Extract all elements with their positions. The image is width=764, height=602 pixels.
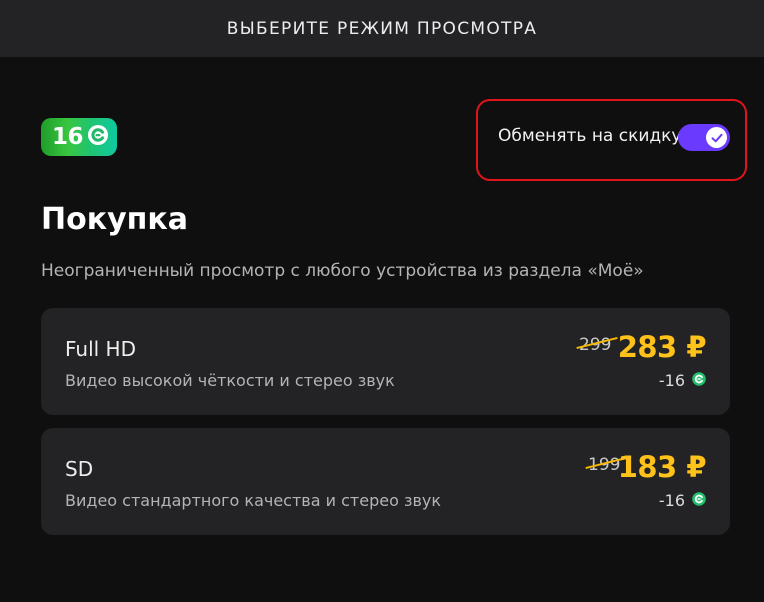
purchase-title: Покупка [41, 202, 188, 237]
option-name: Full HD [65, 337, 136, 361]
bonus-balance-value: 16 [52, 124, 84, 150]
option-old-price: 199 [585, 455, 627, 475]
bonus-coin-icon [692, 491, 706, 510]
toggle-knob [706, 127, 727, 148]
exchange-discount-toggle[interactable] [678, 124, 730, 151]
header-title: ВЫБЕРИТЕ РЕЖИМ ПРОСМОТРА [226, 18, 538, 39]
exchange-discount-label: Обменять на скидку [498, 126, 682, 146]
option-bonus-discount: -16 [659, 491, 706, 510]
bonus-balance-badge: 16 [41, 118, 117, 156]
header-bar: ВЫБЕРИТЕ РЕЖИМ ПРОСМОТРА [0, 0, 764, 57]
checkmark-icon [711, 133, 722, 142]
option-bonus-value: -16 [658, 371, 685, 390]
option-price: 183 ₽ [617, 450, 707, 484]
option-old-price: 299 [576, 335, 618, 355]
bonus-coin-icon [87, 124, 109, 150]
option-full-hd[interactable]: Full HD Видео высокой чёткости и стерео … [41, 308, 730, 415]
option-sd[interactable]: SD Видео стандартного качества и стерео … [41, 428, 730, 535]
option-bonus-value: -16 [658, 491, 685, 510]
option-description: Видео стандартного качества и стерео зву… [65, 491, 442, 510]
option-description: Видео высокой чёткости и стерео звук [65, 371, 395, 390]
bonus-coin-icon [692, 371, 706, 390]
option-price: 283 ₽ [617, 330, 707, 364]
option-bonus-discount: -16 [659, 371, 706, 390]
option-name: SD [65, 457, 94, 481]
purchase-description: Неограниченный просмотр с любого устройс… [41, 261, 644, 281]
